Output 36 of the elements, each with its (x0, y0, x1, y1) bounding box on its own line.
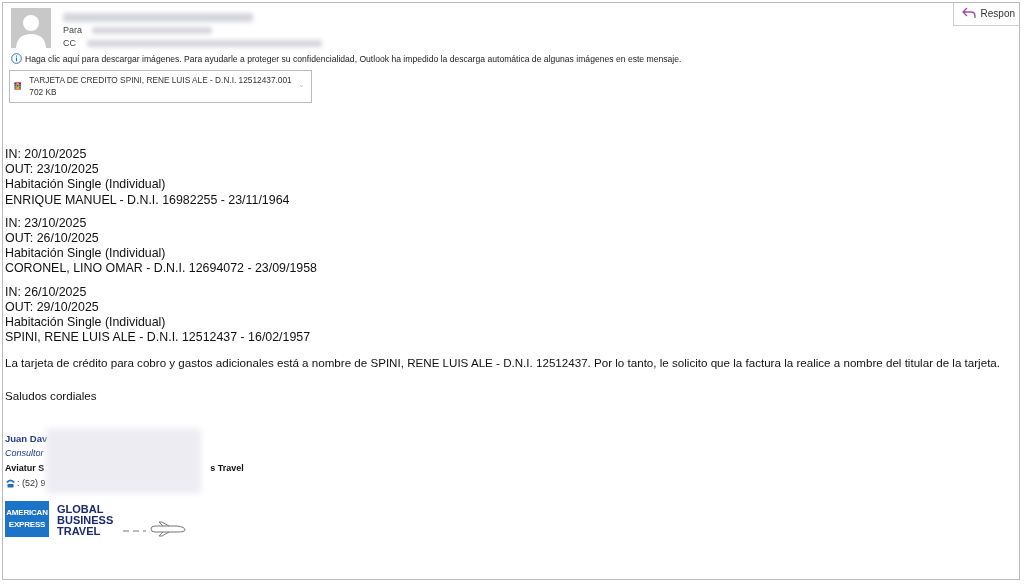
cc-label: CC (63, 38, 77, 48)
badge-text: EXPRESS (8, 520, 46, 530)
body-line: IN: 20/10/2025 (5, 147, 88, 163)
body-line: Habitación Single (Individual) (5, 315, 167, 331)
info-icon (11, 53, 22, 64)
logo-wordmark: TRAVEL (57, 525, 102, 537)
body-line: SPINI, RENE LUIS ALE - D.N.I. 12512437 - 16/02/1957 (5, 330, 312, 346)
to-label: Para (63, 25, 82, 35)
body-paragraph: Saludos cordiales (5, 387, 98, 403)
body-line: IN: 23/10/2025 (5, 215, 88, 231)
avatar-icon (11, 8, 51, 48)
airplane-icon (121, 520, 188, 537)
body-line: Habitación Single (Individual) (5, 246, 167, 262)
body-line: OUT: 29/10/2025 (5, 299, 100, 316)
body-line: CORONEL, LINO OMAR - D.N.I. 12694072 - 23/09/1958 (5, 261, 318, 277)
attachment-name: TARJETA DE CREDITO SPINI, RENE LUIS ALE - D.N.I. 12512437.001 (29, 75, 292, 85)
logo-wordmark: GLOBAL (57, 503, 105, 515)
body-line: IN: 26/10/2025 (5, 284, 88, 300)
body-line: OUT: 26/10/2025 (5, 231, 100, 247)
signature-company: Aviatur S (5, 461, 45, 475)
attachment-card[interactable]: TARJETA DE CREDITO SPINI, RENE LUIS ALE - D.N.I. 12512437.001 702 KB (9, 70, 312, 103)
body-line: Habitación Single (Individual) (5, 177, 167, 193)
signature-company: s Travel (210, 461, 244, 475)
attachment-size: 702 KB (29, 87, 58, 97)
logo-wordmark: BUSINESS (57, 514, 114, 526)
reply-button[interactable]: Respon (952, 3, 1019, 26)
signature-role: Consultor (5, 446, 45, 460)
signature-name: Juan Dav (5, 431, 49, 446)
badge-text: AMERICAN (6, 508, 48, 518)
info-bar-text[interactable]: Haga clic aquí para descargar imágenes. Para ayudarle a proteger su confidencialidad, Outlook ha impedido la descarga automática de algunas imágenes en este mensaje. (25, 53, 682, 64)
signature-phone: : (52) 9 (17, 476, 46, 490)
body-paragraph: La tarjeta de crédito para cobro y gastos adicionales está a nombre de SPINI, RENE LUIS ALE - D.N.I. 12512437. Por lo tanto, le solicito que la factura la realice a nombre del titular de la tarjeta. (5, 355, 1002, 371)
reply-arrow-icon (961, 7, 976, 19)
body-line: ENRIQUE MANUEL - D.N.I. 16982255 - 23/11/1964 (5, 192, 291, 208)
body-line: OUT: 23/10/2025 (5, 162, 100, 178)
phone-icon (5, 478, 16, 489)
